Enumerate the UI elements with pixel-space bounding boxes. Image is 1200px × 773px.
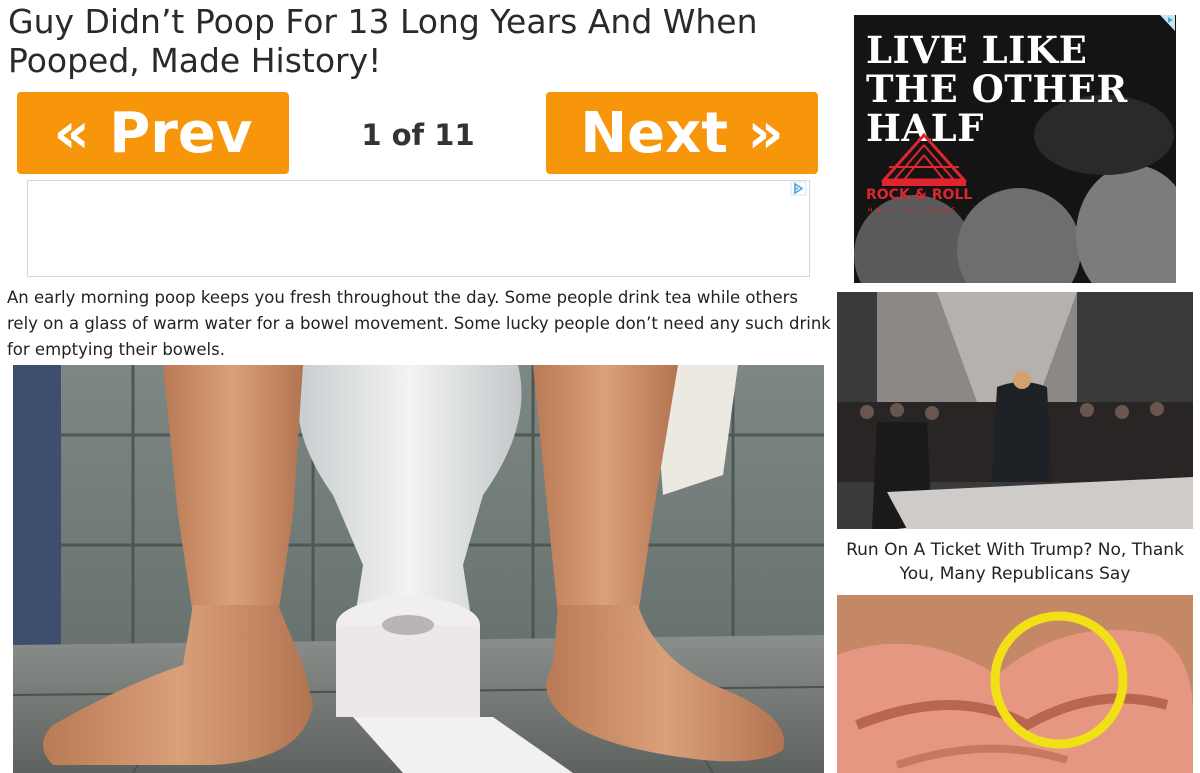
- adchoices-icon[interactable]: [789, 181, 807, 196]
- article-headline: Guy Didn’t Poop For 13 Long Years And Wh…: [8, 2, 758, 80]
- ad-logo-title: ROCK & ROLL: [866, 187, 973, 203]
- page-indicator: 1 of 11: [361, 118, 475, 152]
- article-photo: [13, 365, 824, 773]
- sidebar-story-caption[interactable]: Run On A Ticket With Trump? No, Thank Yo…: [838, 538, 1192, 586]
- next-button[interactable]: Next »: [546, 92, 818, 174]
- adchoices-icon[interactable]: [1157, 15, 1175, 31]
- prev-button[interactable]: « Prev: [17, 92, 289, 174]
- sidebar-story-photo[interactable]: [837, 292, 1193, 529]
- rock-hall-logo-icon: [880, 132, 968, 186]
- article-intro: An early morning poop keeps you fresh th…: [7, 288, 831, 359]
- sidebar-ear-photo[interactable]: [837, 595, 1193, 773]
- sidebar-ad[interactable]: LIVE LIKE THE OTHER HALF ROCK & ROLL HAL…: [854, 15, 1176, 283]
- ad-logo-subtitle: HALL OF FAME: [868, 207, 960, 214]
- ad-banner[interactable]: [27, 180, 810, 277]
